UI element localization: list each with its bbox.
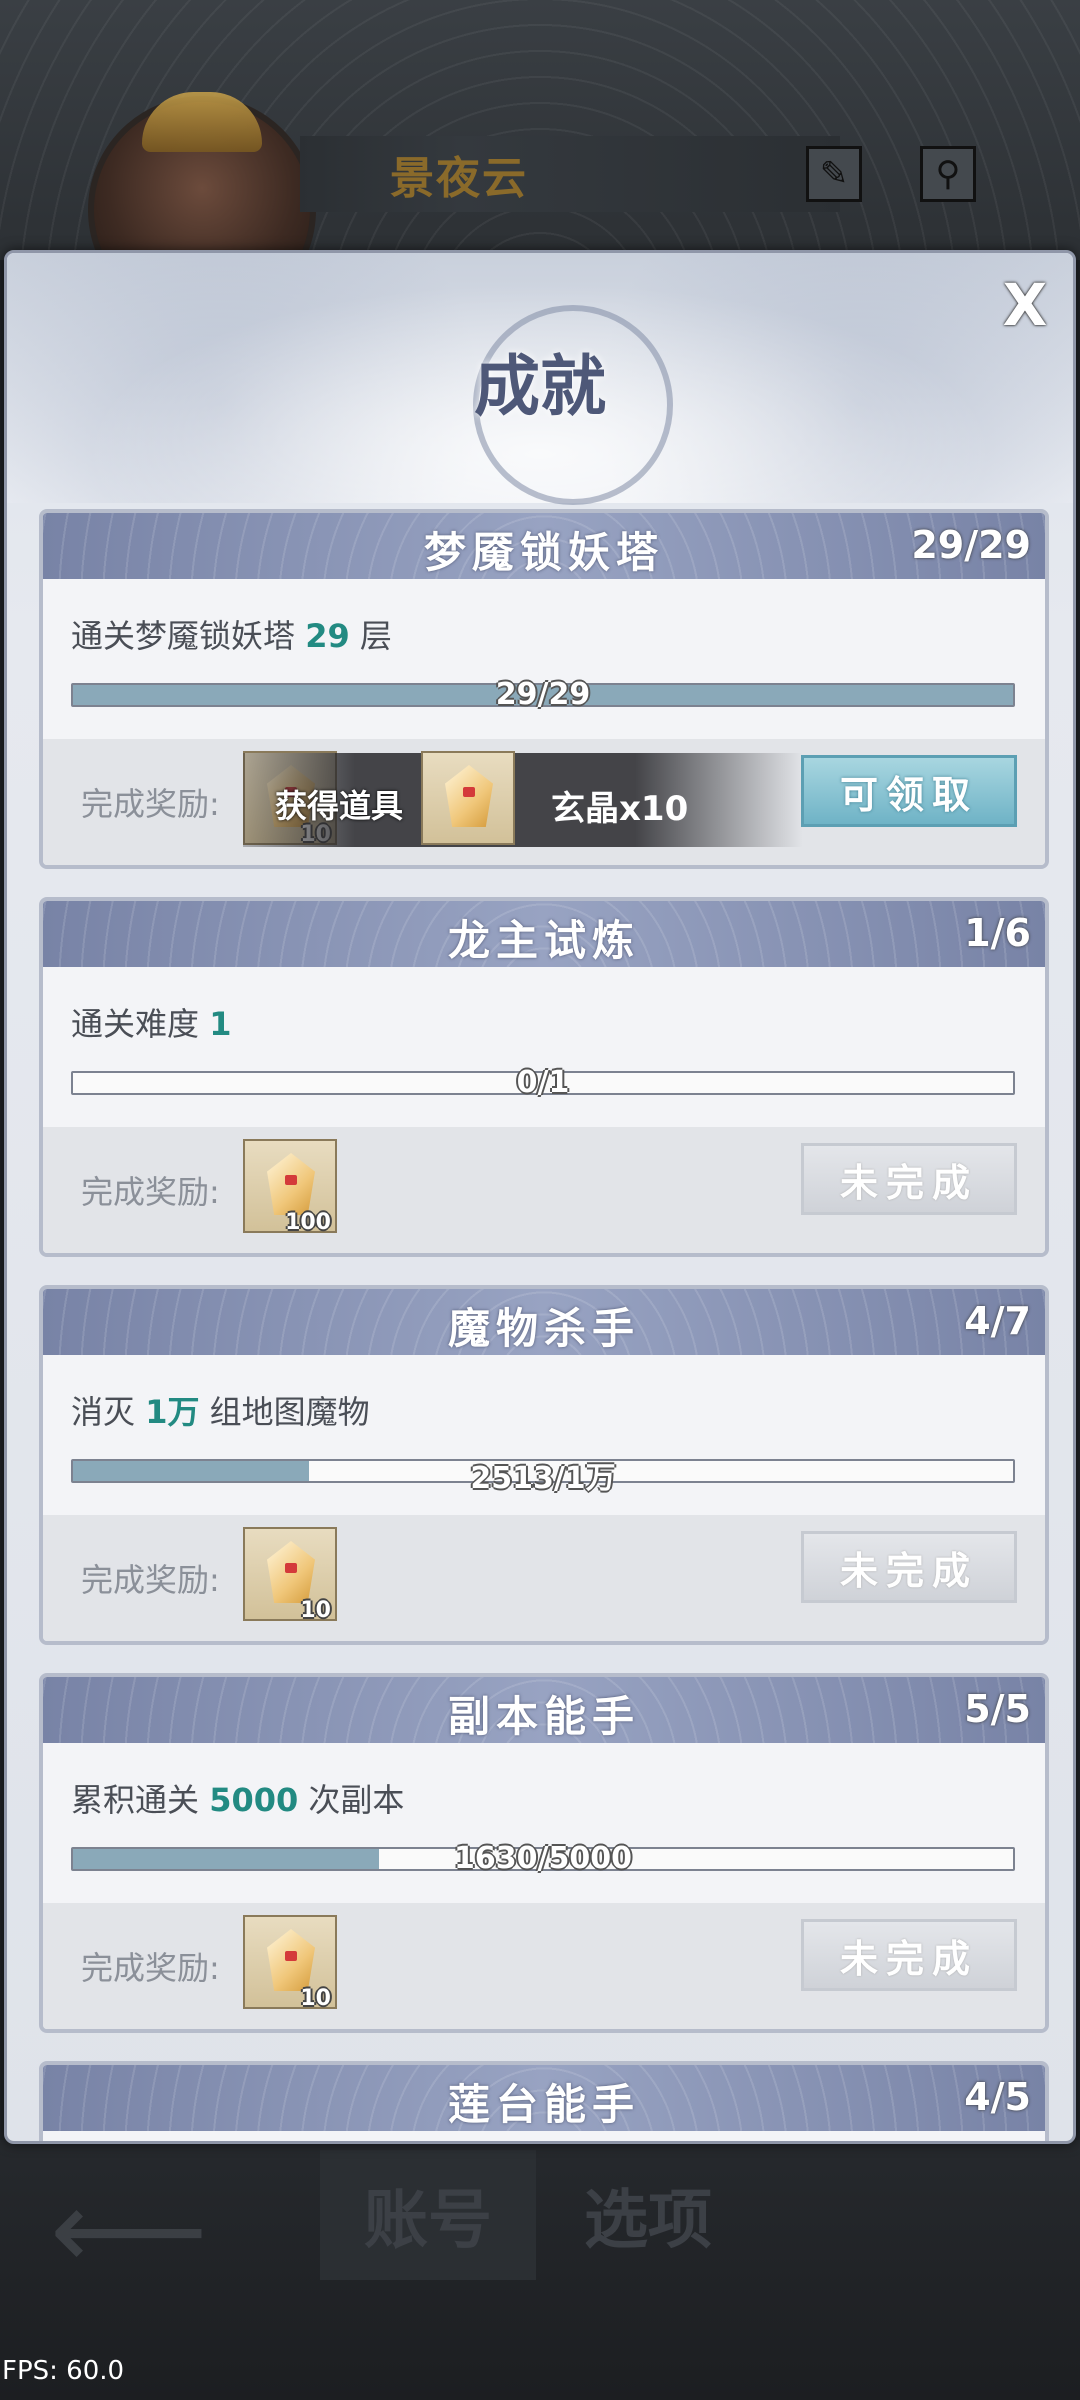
achievement-count: 5/5 xyxy=(964,1687,1031,1731)
player-name-bar xyxy=(300,136,840,212)
task-description: 累积通关 5000 次副本 xyxy=(71,1775,404,1821)
task-desc-suffix: 层 xyxy=(359,617,392,655)
reward-label: 完成奖励: xyxy=(81,1949,220,1987)
reward-item[interactable]: 10 xyxy=(243,1915,337,2011)
task-desc-prefix: 消灭 xyxy=(71,1393,136,1431)
tooltip-item xyxy=(421,751,515,845)
reward-row: 完成奖励: 10 未完成 xyxy=(43,1515,1045,1641)
tooltip-label: 获得道具 xyxy=(275,787,404,825)
task-description: 通关梦魇锁妖塔 29 层 xyxy=(71,611,392,657)
achievement-count: 4/5 xyxy=(964,2075,1031,2119)
achievement-card: 莲台能手 4/5 xyxy=(39,2061,1049,2141)
achievement-card: 副本能手 5/5 累积通关 5000 次副本 1630/5000 完成奖励: 1… xyxy=(39,1673,1049,2033)
tab-account[interactable]: 账号 xyxy=(320,2150,536,2280)
player-name: 景夜云 xyxy=(390,153,528,204)
reward-label: 完成奖励: xyxy=(81,1173,220,1211)
reward-row: 完成奖励: 100 未完成 xyxy=(43,1127,1045,1253)
progress-text: 0/1 xyxy=(516,1065,570,1100)
item-quantity: 10 xyxy=(300,1598,331,1623)
reward-row: 完成奖励: 10 获得道具 玄晶x10 可领取 xyxy=(43,739,1045,865)
crystal-mark xyxy=(285,1951,297,1961)
reward-row: 完成奖励: 10 未完成 xyxy=(43,1903,1045,2029)
task-desc-value: 5000 xyxy=(209,1781,299,1819)
back-arrow-icon[interactable]: ⟵ xyxy=(50,2175,208,2285)
keyhole-icon[interactable]: ⚲ xyxy=(920,146,976,202)
achievement-panel: 成就 X 梦魇锁妖塔 29/29 通关梦魇锁妖塔 29 层 29/29 完成奖励… xyxy=(4,250,1076,2144)
task-desc-suffix: 次副本 xyxy=(308,1781,405,1819)
item-quantity: 100 xyxy=(285,1210,331,1235)
achievement-title: 龙主试炼 xyxy=(447,916,640,965)
crystal-mark xyxy=(463,787,475,797)
reward-label: 完成奖励: xyxy=(81,1561,220,1599)
task-desc-value: 29 xyxy=(305,617,350,655)
achievement-card: 魔物杀手 4/7 消灭 1万 组地图魔物 2513/1万 完成奖励: 10 未完… xyxy=(39,1285,1049,1645)
achievement-title: 梦魇锁妖塔 xyxy=(423,528,664,577)
task-desc-value: 1 xyxy=(209,1005,232,1043)
achievement-card: 龙主试炼 1/6 通关难度 1 0/1 完成奖励: 100 未完成 xyxy=(39,897,1049,1257)
crystal-mark xyxy=(285,1175,297,1185)
task-desc-prefix: 通关难度 xyxy=(71,1005,200,1043)
incomplete-button[interactable]: 未完成 xyxy=(801,1919,1017,1991)
incomplete-button[interactable]: 未完成 xyxy=(801,1531,1017,1603)
incomplete-button[interactable]: 未完成 xyxy=(801,1143,1017,1215)
progress-text: 2513/1万 xyxy=(470,1461,616,1496)
task-description: 通关难度 1 xyxy=(71,999,231,1045)
progress-text: 29/29 xyxy=(495,677,591,712)
progress-bar: 2513/1万 xyxy=(71,1459,1015,1496)
achievement-count: 29/29 xyxy=(911,523,1031,567)
achievement-count: 4/7 xyxy=(964,1299,1031,1343)
close-button[interactable]: X xyxy=(997,276,1053,335)
panel-title: 成就 xyxy=(474,347,606,425)
reward-item[interactable]: 100 xyxy=(243,1139,337,1235)
brush-icon[interactable]: ✎ xyxy=(806,146,862,202)
tooltip-item-name: 玄晶x10 xyxy=(551,789,689,829)
achievement-count: 1/6 xyxy=(964,911,1031,955)
task-desc-value: 1万 xyxy=(145,1393,200,1431)
claim-button[interactable]: 可领取 xyxy=(801,755,1017,827)
progress-bar: 1630/5000 xyxy=(71,1841,1015,1876)
task-description: 消灭 1万 组地图魔物 xyxy=(71,1387,370,1433)
task-desc-prefix: 通关梦魇锁妖塔 xyxy=(71,617,296,655)
reward-item[interactable]: 10 xyxy=(243,1527,337,1623)
fps-counter: FPS: 60.0 xyxy=(2,2356,125,2386)
crystal-mark xyxy=(285,1563,297,1573)
achievement-card: 梦魇锁妖塔 29/29 通关梦魇锁妖塔 29 层 29/29 完成奖励: 10 … xyxy=(39,509,1049,869)
achievement-title: 魔物杀手 xyxy=(447,1304,640,1353)
task-desc-suffix: 组地图魔物 xyxy=(209,1393,370,1431)
progress-bar: 29/29 xyxy=(71,677,1015,712)
tab-options[interactable]: 选项 xyxy=(540,2150,756,2280)
achievement-title: 莲台能手 xyxy=(447,2080,640,2129)
achievement-title: 副本能手 xyxy=(447,1692,640,1741)
reward-label: 完成奖励: xyxy=(81,785,220,823)
task-desc-prefix: 累积通关 xyxy=(71,1781,200,1819)
progress-bar: 0/1 xyxy=(71,1065,1015,1100)
item-quantity: 10 xyxy=(300,1986,331,2011)
progress-text: 1630/5000 xyxy=(454,1841,632,1876)
